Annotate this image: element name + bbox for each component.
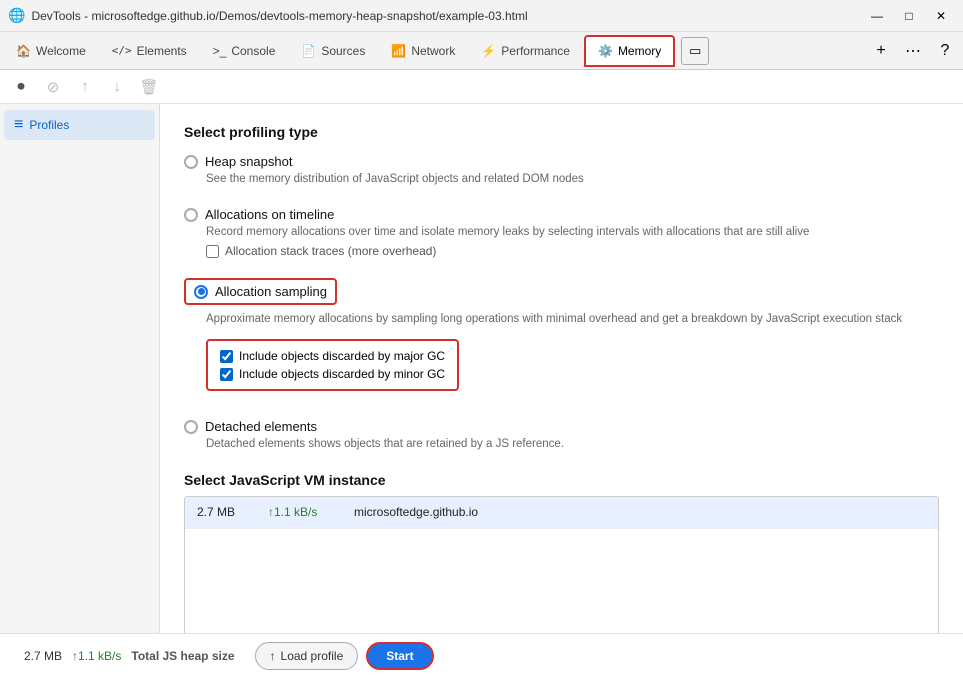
toolbar: ⏺ ⊘ ↑ ↓ 🗑 [0, 70, 963, 104]
allocations-timeline-desc: Record memory allocations over time and … [206, 224, 939, 240]
record-button[interactable]: ⏺ [8, 74, 34, 100]
allocation-sampling-highlight-box: Allocation sampling [184, 278, 337, 305]
footer-heap-label: Total JS heap size [131, 649, 234, 663]
footer-actions: ↑ Load profile Start [255, 642, 434, 670]
tab-bar: 🏠 Welcome </> Elements >_ Console 📄 Sour… [0, 32, 963, 70]
window-title: DevTools - microsoftedge.github.io/Demos… [31, 9, 857, 23]
tab-network[interactable]: 📶 Network [379, 35, 467, 67]
tab-memory[interactable]: ⚙️ Memory [584, 35, 675, 67]
sidebar-item-profiles[interactable]: ≡ Profiles [4, 110, 155, 140]
detached-elements-radio[interactable] [184, 420, 198, 434]
network-icon: 📶 [391, 44, 406, 58]
save-button[interactable]: ↓ [104, 74, 130, 100]
more-button[interactable]: ⋯ [899, 37, 927, 65]
heap-snapshot-radio[interactable] [184, 155, 198, 169]
delete-button[interactable]: 🗑 [136, 74, 162, 100]
footer-memory: 2.7 MB [24, 649, 62, 663]
elements-icon: </> [112, 44, 132, 57]
sources-icon: 📄 [301, 44, 316, 58]
detached-elements-option: Detached elements Detached elements show… [184, 419, 939, 452]
major-gc-checkbox[interactable] [220, 350, 233, 363]
allocations-timeline-option: Allocations on timeline Record memory al… [184, 207, 939, 258]
memory-gear-icon: ⚙️ [598, 44, 613, 58]
footer-stats: 2.7 MB ↑1.1 kB/s Total JS heap size [24, 649, 235, 663]
heap-snapshot-radio-label[interactable]: Heap snapshot [184, 154, 939, 169]
detached-elements-desc: Detached elements shows objects that are… [206, 436, 939, 452]
major-gc-checkbox-label[interactable]: Include objects discarded by major GC [220, 349, 445, 363]
tab-sources[interactable]: 📄 Sources [289, 35, 377, 67]
allocation-sampling-option: Allocation sampling Approximate memory a… [184, 278, 939, 399]
tab-performance[interactable]: ⚡ Performance [469, 35, 582, 67]
maximize-button[interactable]: □ [895, 6, 923, 26]
main-area: ≡ Profiles Select profiling type Heap sn… [0, 104, 963, 633]
help-button[interactable]: ? [931, 37, 959, 65]
clear-button[interactable]: ↑ [72, 74, 98, 100]
vm-url: microsoftedge.github.io [354, 505, 478, 519]
minimize-button[interactable]: — [863, 6, 891, 26]
tab-elements[interactable]: </> Elements [100, 35, 199, 67]
vm-section: Select JavaScript VM instance 2.7 MB ↑1.… [184, 472, 939, 633]
home-icon: 🏠 [16, 44, 31, 58]
load-profile-button[interactable]: ↑ Load profile [255, 642, 359, 670]
footer-bar: 2.7 MB ↑1.1 kB/s Total JS heap size ↑ Lo… [0, 633, 963, 678]
vm-empty-area [185, 528, 938, 633]
tab-bar-extras: + ⋯ ? [867, 37, 959, 65]
title-bar: 🌐 DevTools - microsoftedge.github.io/Dem… [0, 0, 963, 32]
window-controls: — □ ✕ [863, 6, 955, 26]
stop-button[interactable]: ⊘ [40, 74, 66, 100]
vm-table: 2.7 MB ↑1.1 kB/s microsoftedge.github.io [184, 496, 939, 633]
allocation-sampling-radio[interactable] [194, 285, 208, 299]
sidebar-toggle-button[interactable]: ▭ [681, 37, 709, 65]
heap-snapshot-desc: See the memory distribution of JavaScrip… [206, 171, 939, 187]
minor-gc-checkbox-label[interactable]: Include objects discarded by minor GC [220, 367, 445, 381]
allocation-sampling-radio-label[interactable]: Allocation sampling [194, 284, 327, 299]
detached-elements-radio-label[interactable]: Detached elements [184, 419, 939, 434]
console-icon: >_ [213, 44, 227, 58]
vm-section-title: Select JavaScript VM instance [184, 472, 939, 488]
tab-console[interactable]: >_ Console [201, 35, 288, 67]
browser-icon: 🌐 [8, 7, 25, 24]
allocation-sampling-desc: Approximate memory allocations by sampli… [206, 311, 939, 327]
footer-rate: ↑1.1 kB/s [72, 649, 121, 663]
close-button[interactable]: ✕ [927, 6, 955, 26]
minor-gc-checkbox[interactable] [220, 368, 233, 381]
sidebar: ≡ Profiles [0, 104, 160, 633]
stack-traces-checkbox[interactable] [206, 245, 219, 258]
new-tab-button[interactable]: + [867, 37, 895, 65]
profiles-icon: ≡ [14, 116, 23, 134]
checkboxes-box: Include objects discarded by major GC In… [206, 339, 459, 391]
stack-traces-option: Allocation stack traces (more overhead) [206, 244, 939, 258]
allocations-timeline-radio-label[interactable]: Allocations on timeline [184, 207, 939, 222]
start-button[interactable]: Start [366, 642, 433, 670]
content-panel: Select profiling type Heap snapshot See … [160, 104, 963, 633]
tab-welcome[interactable]: 🏠 Welcome [4, 35, 98, 67]
vm-instance-row[interactable]: 2.7 MB ↑1.1 kB/s microsoftedge.github.io [185, 497, 938, 528]
stack-traces-label[interactable]: Allocation stack traces (more overhead) [206, 244, 939, 258]
allocations-timeline-radio[interactable] [184, 208, 198, 222]
vm-rate: ↑1.1 kB/s [268, 505, 338, 519]
heap-snapshot-option: Heap snapshot See the memory distributio… [184, 154, 939, 187]
section-title: Select profiling type [184, 124, 939, 140]
performance-icon: ⚡ [481, 44, 496, 58]
upload-icon: ↑ [270, 649, 276, 663]
vm-memory: 2.7 MB [197, 505, 252, 519]
